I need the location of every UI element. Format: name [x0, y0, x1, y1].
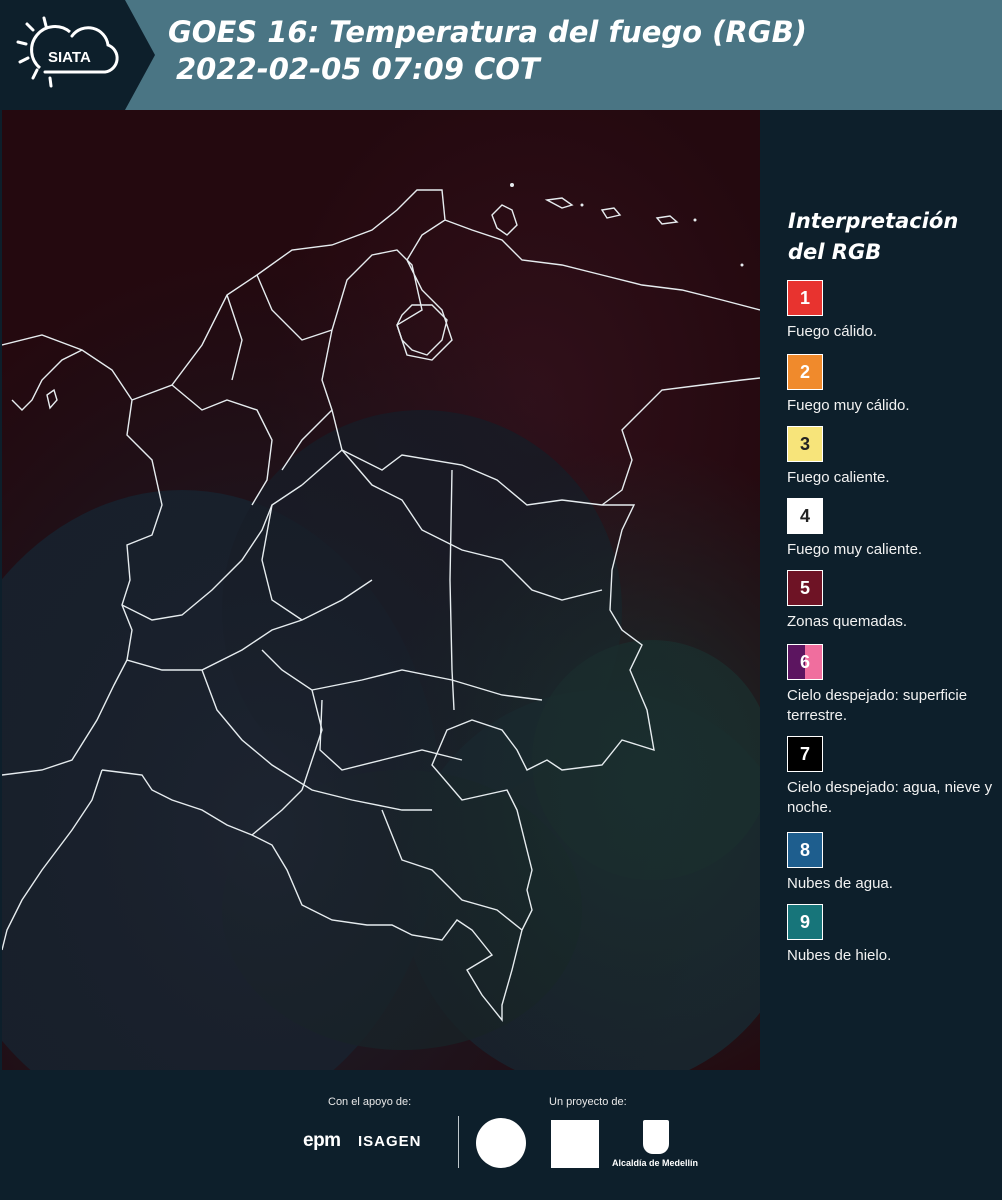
legend-swatch: 1 — [787, 280, 823, 316]
legend-title: Interpretación del RGB — [788, 209, 959, 264]
legend-swatch: 3 — [787, 426, 823, 462]
legend-item-5: 5 Zonas quemadas. — [787, 570, 997, 632]
legend-item-8: 8 Nubes de agua. — [787, 832, 997, 894]
header-bar: SIATA GOES 16: Temperatura del fuego (RG… — [0, 0, 1002, 110]
legend-label: Cielo despejado: superficie terrestre. — [787, 687, 968, 724]
legend-item-1: 1 Fuego cálido. — [787, 280, 997, 342]
alcaldia-label: Alcaldía de Medellín — [612, 1158, 699, 1168]
epm-logo: epm — [303, 1130, 341, 1151]
legend-number: 5 — [799, 577, 810, 598]
legend-item-7: 7 Cielo despejado: agua, nieve y noche. — [787, 736, 997, 818]
legend-label: Fuego muy caliente. — [787, 541, 923, 558]
project-label: Un proyecto de: — [549, 1096, 627, 1108]
area-metropolitana-logo — [551, 1120, 599, 1168]
legend-label: Nubes de hielo. — [787, 947, 892, 964]
legend-swatch: 9 — [787, 904, 823, 940]
legend-number: 4 — [799, 505, 810, 526]
legend-swatch: 6 — [787, 644, 823, 680]
legend-item-4: 4 Fuego muy caliente. — [787, 498, 997, 560]
legend-swatch: 4 — [787, 498, 823, 534]
legend-label: Fuego muy cálido. — [787, 397, 910, 414]
title-main: GOES 16: Temperatura del fuego (RGB) — [168, 15, 807, 49]
legend-swatch: 2 — [787, 354, 823, 390]
legend-number: 8 — [799, 839, 810, 860]
satellite-map — [2, 110, 760, 1070]
legend-label: Zonas quemadas. — [787, 613, 908, 630]
legend-label: Nubes de agua. — [787, 875, 893, 892]
legend-label: Fuego caliente. — [787, 469, 890, 486]
legend-label: Fuego cálido. — [787, 323, 878, 340]
support-label: Con el apoyo de: — [328, 1096, 412, 1108]
legend-label: Cielo despejado: agua, nieve y noche. — [787, 779, 993, 816]
legend-number: 9 — [799, 911, 810, 932]
legend-number: 1 — [799, 287, 810, 308]
legend-number: 6 — [799, 651, 810, 672]
legend-item-9: 9 Nubes de hielo. — [787, 904, 997, 966]
university-seal-icon — [476, 1118, 526, 1168]
footer-divider — [458, 1116, 459, 1168]
alcaldia-shield-icon — [643, 1120, 669, 1154]
legend-number: 3 — [799, 433, 810, 454]
footer: Con el apoyo de: Un proyecto de: epm ISA… — [0, 1070, 1002, 1200]
legend-item-2: 2 Fuego muy cálido. — [787, 354, 997, 416]
rgb-legend: Interpretación del RGB 1 Fuego cálido. 2… — [760, 110, 1002, 1070]
isagen-logo: ISAGEN — [358, 1133, 422, 1150]
legend-number: 7 — [799, 743, 810, 764]
legend-swatch: 5 — [787, 570, 823, 606]
siata-logo: SIATA — [0, 0, 155, 110]
legend-item-6: 6 Cielo despejado: superficie terrestre. — [787, 644, 997, 726]
legend-number: 2 — [799, 361, 810, 382]
logo-text: SIATA — [48, 49, 91, 66]
legend-swatch: 8 — [787, 832, 823, 868]
title-timestamp: 2022-02-05 07:09 COT — [176, 52, 540, 86]
page-title: GOES 16: Temperatura del fuego (RGB) 202… — [168, 14, 807, 88]
legend-swatch: 7 — [787, 736, 823, 772]
legend-item-3: 3 Fuego caliente. — [787, 426, 997, 488]
